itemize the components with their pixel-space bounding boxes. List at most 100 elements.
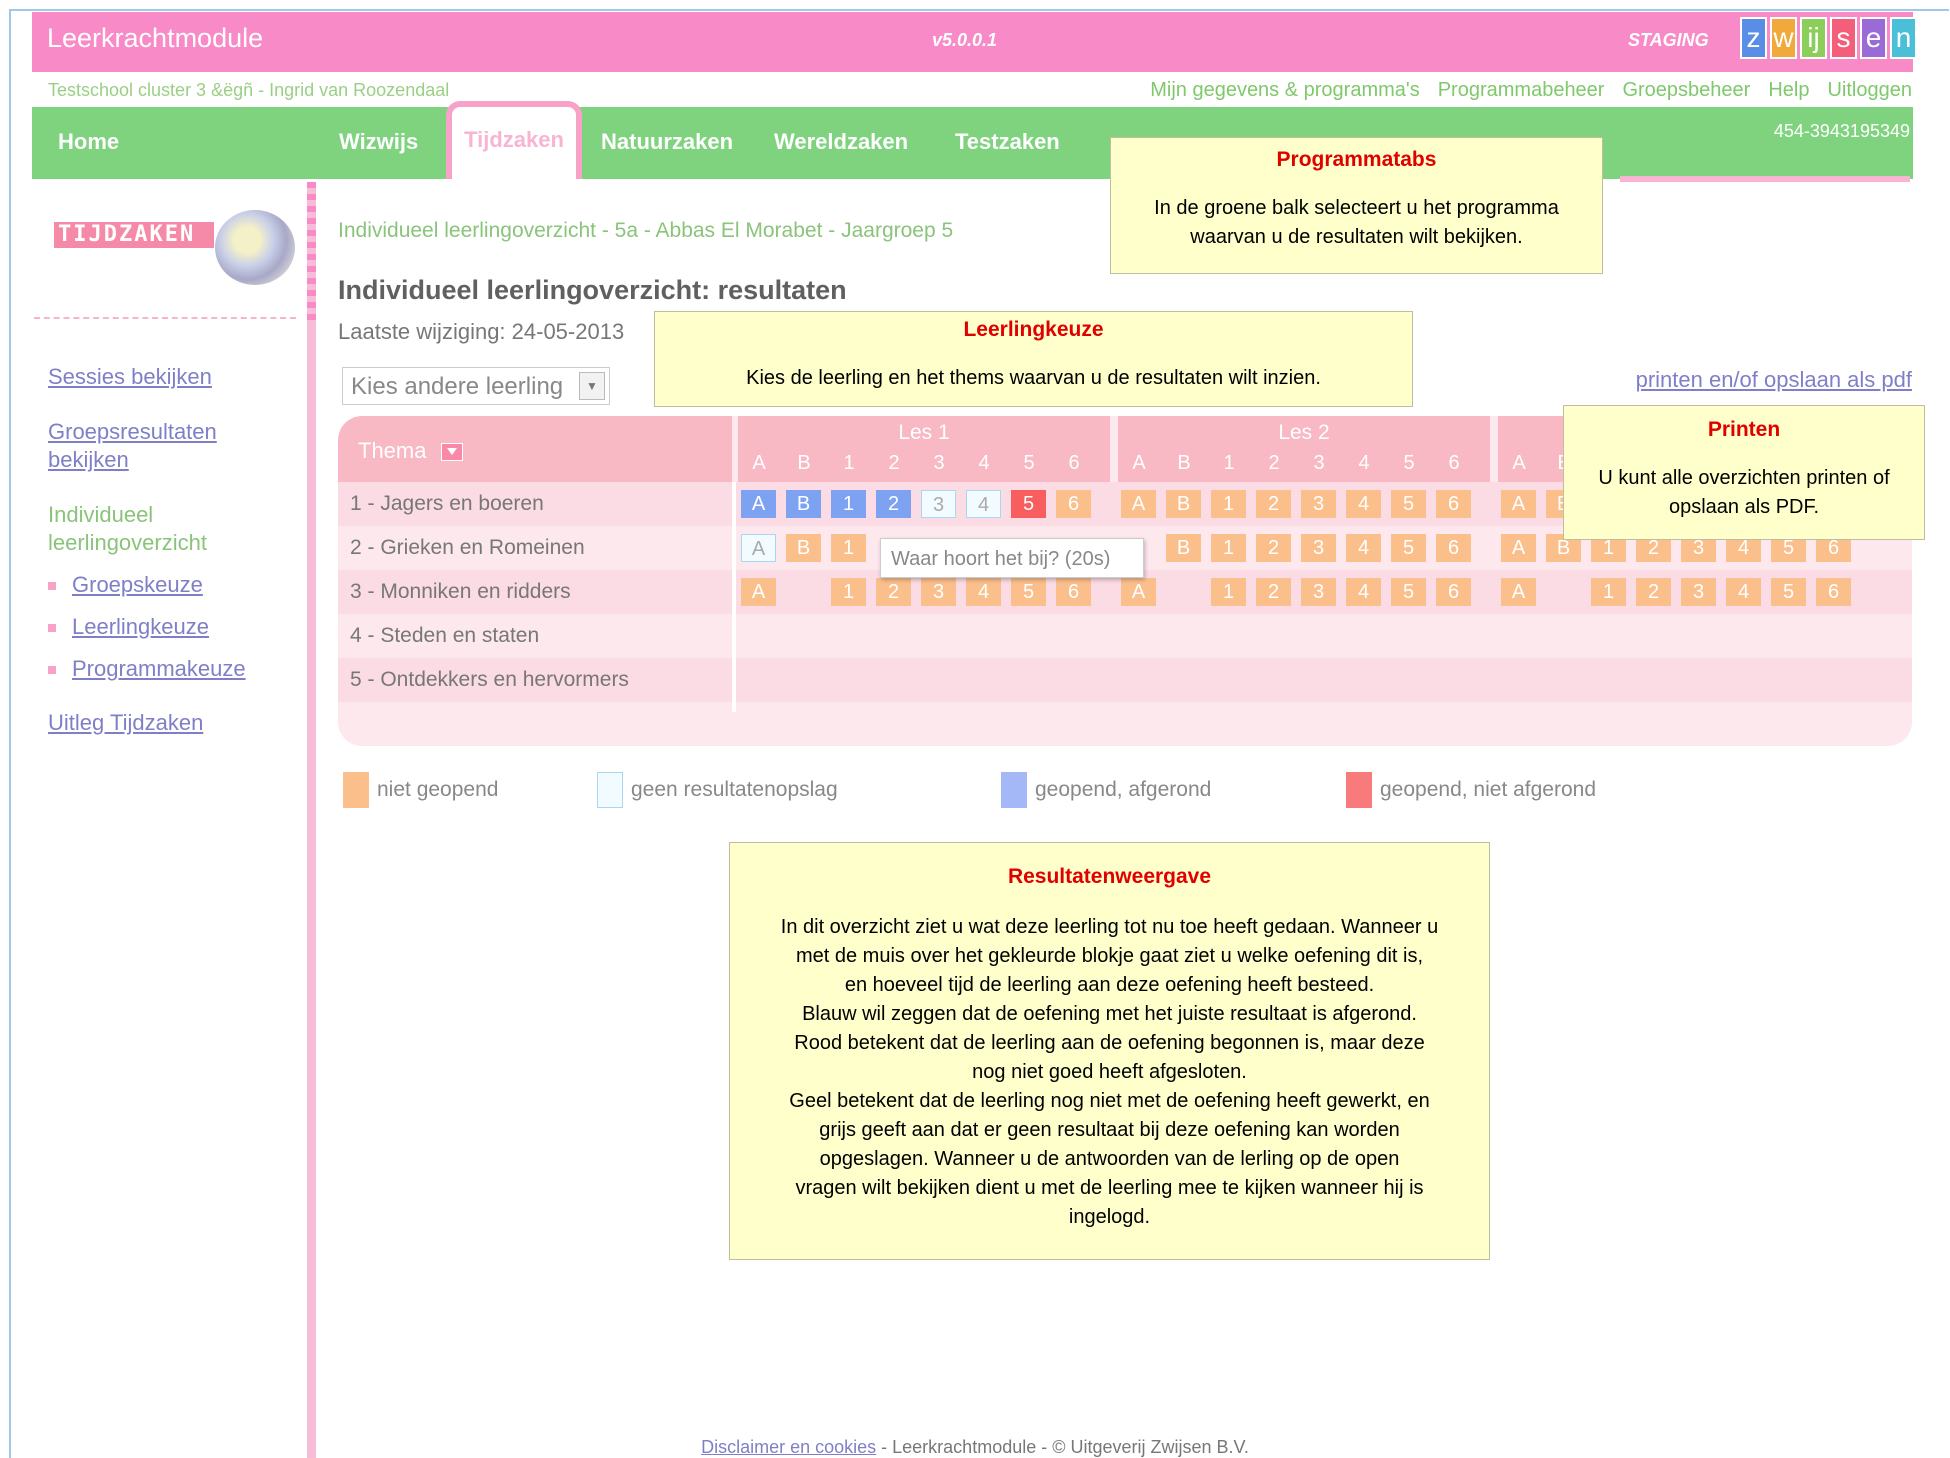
disclaimer-link[interactable]: Disclaimer en cookies: [701, 1437, 876, 1457]
link-leerlingkeuze[interactable]: Leerlingkeuze: [72, 614, 209, 639]
lesson-title: Les 1: [898, 421, 950, 444]
sort-toggle-icon[interactable]: [441, 443, 463, 461]
callout-resultatenweergave: Resultatenweergave In dit overzicht ziet…: [729, 842, 1490, 1260]
result-tile[interactable]: 5: [1391, 578, 1426, 606]
result-tile[interactable]: 1: [831, 490, 866, 518]
result-tile[interactable]: A: [741, 534, 776, 562]
program-nav: Home Wizwijs Tijdzaken Natuurzaken Werel…: [32, 101, 1913, 179]
link-programmakeuze[interactable]: Programmakeuze: [72, 656, 246, 681]
result-tile[interactable]: A: [1121, 578, 1156, 606]
footer-text: - Leerkrachtmodule - © Uitgeverij Zwijse…: [876, 1437, 1249, 1457]
subcolumn-header: 4: [1358, 452, 1370, 474]
result-tile[interactable]: 1: [1211, 490, 1246, 518]
theme-header: Thema: [338, 416, 732, 482]
result-tile[interactable]: A: [1501, 578, 1536, 606]
logo-letter: ij: [1800, 17, 1827, 59]
callout-body: In dit overzicht ziet u wat deze leerlin…: [730, 913, 1489, 1232]
sidebar-link-groepsresultaten[interactable]: Groepsresultaten bekijken: [48, 418, 248, 474]
logo-letter: s: [1830, 17, 1857, 59]
result-tile[interactable]: 3: [921, 490, 956, 518]
subcolumn-header: 5: [1023, 452, 1035, 474]
result-tile[interactable]: 6: [1436, 490, 1471, 518]
legend-swatch: [1001, 772, 1027, 808]
result-tile[interactable]: A: [741, 578, 776, 606]
result-tile[interactable]: 3: [1681, 578, 1716, 606]
result-tile[interactable]: 4: [1726, 578, 1761, 606]
result-tile[interactable]: 1: [1591, 578, 1626, 606]
result-tile[interactable]: 5: [1391, 490, 1426, 518]
tab-wereldzaken[interactable]: Wereldzaken: [774, 129, 908, 155]
sidebar-subitem-leerlingkeuze: Leerlingkeuze: [48, 613, 209, 641]
result-tile[interactable]: A: [741, 490, 776, 518]
sidebar-link-uitleg[interactable]: Uitleg Tijdzaken: [48, 709, 203, 737]
result-tile[interactable]: 2: [1636, 578, 1671, 606]
result-tile[interactable]: A: [1501, 534, 1536, 562]
tab-testzaken[interactable]: Testzaken: [955, 129, 1060, 155]
link-groepsbeheer[interactable]: Groepsbeheer: [1622, 79, 1750, 102]
result-tile[interactable]: A: [1121, 490, 1156, 518]
result-tile[interactable]: 3: [1301, 534, 1336, 562]
tab-natuurzaken[interactable]: Natuurzaken: [601, 129, 733, 155]
sidebar-current-section: Individueel leerlingoverzicht: [48, 502, 207, 555]
result-tile[interactable]: B: [786, 490, 821, 518]
result-tile[interactable]: B: [1166, 534, 1201, 562]
result-tile[interactable]: 5: [1011, 578, 1046, 606]
result-tile[interactable]: 6: [1056, 490, 1091, 518]
student-select[interactable]: Kies andere leerling ▼: [342, 367, 610, 405]
result-tile[interactable]: 5: [1391, 534, 1426, 562]
result-tile[interactable]: 2: [1256, 490, 1291, 518]
tijdzaken-logo: TIJDZAKEN: [54, 222, 214, 248]
callout-line: Rood betekent dat de leerling aan de oef…: [794, 1032, 1425, 1054]
link-groepskeuze[interactable]: Groepskeuze: [72, 572, 203, 597]
tab-tijdzaken[interactable]: Tijdzaken: [446, 101, 582, 179]
callout-printen: Printen U kunt alle overzichten printen …: [1563, 405, 1925, 540]
version-label: v5.0.0.1: [932, 30, 998, 50]
sidebar-link-sessies[interactable]: Sessies bekijken: [48, 363, 212, 391]
result-tile[interactable]: 2: [1256, 534, 1291, 562]
exercise-tooltip: Waar hoort het bij? (20s): [880, 538, 1144, 578]
result-tile[interactable]: 6: [1436, 534, 1471, 562]
result-tile[interactable]: A: [1501, 490, 1536, 518]
result-tile[interactable]: 5: [1011, 490, 1046, 518]
callout-line: opgeslagen. Wanneer u de antwoorden van …: [819, 1148, 1400, 1170]
result-tile[interactable]: 4: [1346, 490, 1381, 518]
sidebar-subitem-groepskeuze: Groepskeuze: [48, 571, 203, 599]
link-help[interactable]: Help: [1768, 79, 1809, 102]
result-tile[interactable]: B: [786, 534, 821, 562]
result-tile[interactable]: 3: [1301, 490, 1336, 518]
link-uitloggen[interactable]: Uitloggen: [1827, 79, 1912, 102]
callout-line: Blauw wil zeggen dat de oefening met het…: [802, 1003, 1417, 1025]
subcolumn-header: 3: [1313, 452, 1325, 474]
result-tile[interactable]: 2: [876, 490, 911, 518]
result-tile[interactable]: 1: [1211, 534, 1246, 562]
footer: Disclaimer en cookies - Leerkrachtmodule…: [0, 1437, 1950, 1458]
result-tile[interactable]: 3: [921, 578, 956, 606]
link-mijn-gegevens[interactable]: Mijn gegevens & programma's: [1150, 79, 1420, 102]
result-tile[interactable]: 6: [1816, 578, 1851, 606]
result-tile[interactable]: 4: [1346, 578, 1381, 606]
callout-line: In dit overzicht ziet u wat deze leerlin…: [780, 916, 1439, 938]
result-tile[interactable]: 4: [1346, 534, 1381, 562]
legend-swatch: [1346, 772, 1372, 808]
legend-label: niet geopend: [377, 778, 499, 801]
result-tile[interactable]: 1: [831, 534, 866, 562]
legend-label: geopend, afgerond: [1035, 778, 1212, 801]
subcolumn-header: 6: [1068, 452, 1080, 474]
result-tile[interactable]: 1: [1211, 578, 1246, 606]
result-tile[interactable]: 4: [966, 490, 1001, 518]
result-tile[interactable]: 6: [1436, 578, 1471, 606]
tab-wizwijs[interactable]: Wizwijs: [339, 129, 418, 155]
result-tile[interactable]: 2: [876, 578, 911, 606]
result-tile[interactable]: 3: [1301, 578, 1336, 606]
result-tile[interactable]: 6: [1056, 578, 1091, 606]
print-pdf-link[interactable]: printen en/of opslaan als pdf: [1636, 367, 1912, 393]
link-programmabeheer[interactable]: Programmabeheer: [1438, 79, 1605, 102]
logo-letter: z: [1740, 17, 1767, 59]
result-tile[interactable]: 5: [1771, 578, 1806, 606]
result-tile[interactable]: 4: [966, 578, 1001, 606]
result-tile[interactable]: B: [1166, 490, 1201, 518]
result-tile[interactable]: 1: [831, 578, 866, 606]
result-tile[interactable]: 2: [1256, 578, 1291, 606]
tab-home[interactable]: Home: [58, 129, 119, 155]
chevron-down-icon[interactable]: ▼: [579, 372, 605, 400]
